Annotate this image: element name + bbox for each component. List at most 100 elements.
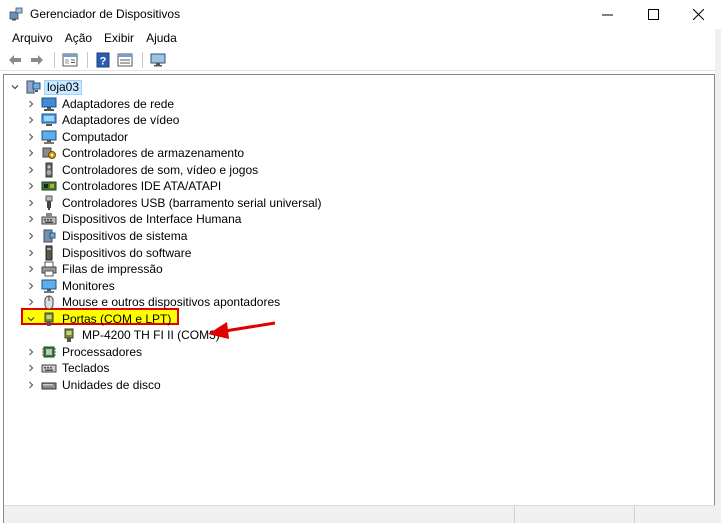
menu-arquivo[interactable]: Arquivo	[6, 29, 59, 48]
tree-category-16[interactable]: Unidades de disco	[25, 377, 163, 393]
help-button[interactable]: ?	[93, 51, 113, 69]
expand-toggle[interactable]	[25, 344, 37, 360]
menu-ajuda[interactable]: Ajuda	[140, 29, 183, 48]
tree-node-label: Mouse e outros dispositivos apontadores	[62, 295, 281, 309]
status-bar	[4, 505, 715, 523]
title-bar: Gerenciador de Dispositivos	[0, 0, 721, 29]
chevron-right-icon	[29, 282, 34, 290]
collapse-toggle[interactable]	[9, 79, 21, 95]
tree-category-2[interactable]: Computador	[25, 129, 130, 145]
tree-category-12[interactable]: Mouse e outros dispositivos apontadores	[25, 294, 282, 310]
forward-arrow-icon	[31, 54, 43, 65]
expand-toggle[interactable]	[25, 377, 37, 393]
collapse-toggle[interactable]	[25, 311, 37, 327]
close-button[interactable]	[675, 0, 721, 29]
usb-icon	[41, 195, 57, 211]
expand-toggle[interactable]	[25, 162, 37, 178]
annotation-arrow	[208, 321, 276, 339]
disk-drive-icon	[41, 377, 57, 393]
tree-node-label: Dispositivos do software	[62, 246, 192, 260]
details-icon	[117, 53, 133, 66]
properties-button[interactable]	[60, 51, 80, 69]
tree-category-11[interactable]: Monitores	[25, 278, 117, 294]
status-segment	[514, 506, 515, 523]
system-device-icon	[41, 228, 57, 244]
tree-category-15[interactable]: Teclados	[25, 360, 111, 376]
tree-device-com3[interactable]: MP-4200 TH FI II (COM3)	[45, 327, 222, 343]
port-icon	[41, 311, 57, 327]
port-icon	[61, 327, 77, 343]
properties-icon	[62, 53, 78, 66]
expand-toggle[interactable]	[25, 211, 37, 227]
forward-button[interactable]	[27, 51, 47, 69]
maximize-button[interactable]	[630, 0, 676, 29]
expand-toggle[interactable]	[25, 261, 37, 277]
tree-category-7[interactable]: Dispositivos de Interface Humana	[25, 211, 243, 227]
software-device-icon	[41, 245, 57, 261]
status-segment	[634, 506, 635, 523]
storage-controller-icon	[41, 145, 57, 161]
tree-node-label: Unidades de disco	[62, 378, 161, 392]
monitor-icon	[150, 53, 166, 66]
expand-toggle[interactable]	[25, 129, 37, 145]
tree-category-6[interactable]: Controladores USB (barramento serial uni…	[25, 195, 323, 211]
minimize-button[interactable]	[584, 0, 630, 29]
mouse-icon	[41, 294, 57, 310]
chevron-right-icon	[29, 298, 34, 306]
tree-node-label: Computador	[62, 130, 129, 144]
expand-toggle[interactable]	[25, 96, 37, 112]
expand-toggle[interactable]	[25, 112, 37, 128]
expand-toggle[interactable]	[25, 178, 37, 194]
expand-toggle[interactable]	[25, 228, 37, 244]
chevron-right-icon	[29, 381, 34, 389]
chevron-right-icon	[29, 149, 34, 157]
tree-category-13[interactable]: Portas (COM e LPT)	[25, 311, 173, 327]
tree-category-4[interactable]: Controladores de som, vídeo e jogos	[25, 162, 260, 178]
tree-category-9[interactable]: Dispositivos do software	[25, 245, 193, 261]
tree-node-label: MP-4200 TH FI II (COM3)	[82, 328, 220, 342]
tree-node-label: Adaptadores de rede	[62, 97, 175, 111]
expand-toggle[interactable]	[25, 360, 37, 376]
toolbar-separator	[87, 51, 88, 68]
chevron-right-icon	[29, 133, 34, 141]
tree-root[interactable]: loja03	[9, 79, 83, 95]
speaker-icon	[41, 162, 57, 178]
details-button[interactable]	[115, 51, 135, 69]
processor-icon	[41, 344, 57, 360]
window-edge	[715, 29, 721, 523]
ide-controller-icon	[41, 178, 57, 194]
back-arrow-icon	[9, 54, 21, 65]
expand-toggle[interactable]	[25, 278, 37, 294]
tree-node-label: Monitores	[62, 279, 115, 293]
close-icon	[692, 9, 704, 20]
scan-hardware-button[interactable]	[148, 51, 168, 69]
tree-category-8[interactable]: Dispositivos de sistema	[25, 228, 189, 244]
menu-acao[interactable]: Ação	[59, 29, 98, 48]
chevron-right-icon	[29, 249, 34, 257]
chevron-down-icon	[27, 317, 35, 322]
hid-icon	[41, 211, 57, 227]
tree-category-5[interactable]: Controladores IDE ATA/ATAPI	[25, 178, 223, 194]
expand-toggle[interactable]	[25, 195, 37, 211]
window-title: Gerenciador de Dispositivos	[30, 7, 181, 21]
tree-node-label: Dispositivos de sistema	[62, 229, 188, 243]
tree-category-10[interactable]: Filas de impressão	[25, 261, 165, 277]
menu-exibir[interactable]: Exibir	[98, 29, 140, 48]
tree-node-label: Processadores	[62, 345, 143, 359]
tree-category-1[interactable]: Adaptadores de vídeo	[25, 112, 181, 128]
maximize-icon	[647, 9, 659, 20]
tree-node-label: Adaptadores de vídeo	[62, 113, 180, 127]
tree-node-label: Controladores de armazenamento	[62, 146, 245, 160]
chevron-right-icon	[29, 364, 34, 372]
tree-category-3[interactable]: Controladores de armazenamento	[25, 145, 246, 161]
network-adapter-icon	[41, 96, 57, 112]
expand-toggle[interactable]	[25, 294, 37, 310]
tree-category-14[interactable]: Processadores	[25, 344, 144, 360]
expand-toggle[interactable]	[25, 145, 37, 161]
help-icon: ?	[96, 52, 110, 67]
tree-category-0[interactable]: Adaptadores de rede	[25, 96, 176, 112]
expand-toggle[interactable]	[25, 245, 37, 261]
display-adapter-icon	[41, 112, 57, 128]
toolbar-separator	[54, 51, 55, 68]
back-button[interactable]	[5, 51, 25, 69]
